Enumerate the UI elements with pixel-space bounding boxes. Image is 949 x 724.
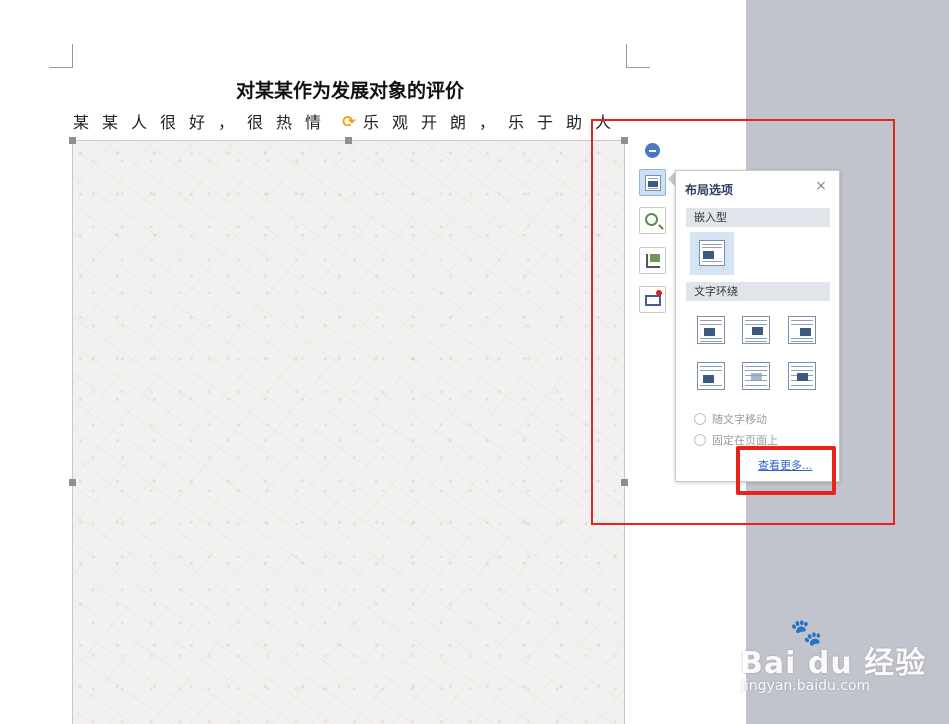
see-more-link[interactable]: 查看更多... <box>758 457 813 473</box>
layout-options-button[interactable] <box>639 169 666 196</box>
body-char: 某 <box>72 113 89 132</box>
body-char: ， <box>478 113 495 132</box>
layout-options-icon <box>645 175 661 191</box>
body-char: 很 <box>159 113 176 132</box>
body-char: ， <box>217 113 234 132</box>
body-char: 人 <box>594 113 611 132</box>
body-char: 很 <box>246 113 263 132</box>
body-char: 乐 <box>362 113 379 132</box>
selected-background-image[interactable] <box>72 140 625 724</box>
section-inline-header: 嵌入型 <box>686 208 830 227</box>
radio-label: 固定在页面上 <box>712 434 778 447</box>
body-char: 朗 <box>449 113 466 132</box>
wrap-option-behind-text[interactable] <box>742 362 770 390</box>
body-char: 助 <box>565 113 582 132</box>
layout-options-panel: 布局选项 × 嵌入型 文字环绕 随文字移动 固定在页面上 查看更多... <box>675 170 840 482</box>
body-char: 某 <box>101 113 118 132</box>
radio-icon <box>694 413 706 425</box>
crop-icon <box>646 254 660 268</box>
radio-icon <box>694 434 706 446</box>
radio-move-with-text[interactable]: 随文字移动 <box>694 411 767 427</box>
zoom-image-button[interactable] <box>639 207 666 234</box>
close-icon[interactable]: × <box>813 178 829 194</box>
body-char: 热 <box>275 113 292 132</box>
body-char: 乐 <box>507 113 524 132</box>
panel-pointer <box>668 172 675 186</box>
body-char: 好 <box>188 113 205 132</box>
body-char: 于 <box>536 113 553 132</box>
radio-label: 随文字移动 <box>712 413 767 426</box>
body-char: 情 <box>304 113 321 132</box>
wrap-option-square[interactable] <box>697 316 725 344</box>
body-char: 观 <box>391 113 408 132</box>
resize-handle-top-left[interactable] <box>69 137 76 144</box>
page-margin-corner-right <box>626 44 650 68</box>
resize-handle-top-center[interactable] <box>345 137 352 144</box>
collapse-icon[interactable] <box>645 143 660 158</box>
radio-fix-on-page[interactable]: 固定在页面上 <box>694 432 778 448</box>
picture-frame-icon <box>645 295 661 306</box>
tight-wrap-icon <box>742 316 770 344</box>
wrap-option-through[interactable] <box>788 316 816 344</box>
crop-image-button[interactable] <box>639 247 666 274</box>
zoom-icon <box>645 213 658 226</box>
behind-text-icon <box>742 362 770 390</box>
page-margin-corner-left <box>49 44 73 68</box>
rotate-handle-icon[interactable]: ⟳ <box>341 114 357 130</box>
wrap-option-in-front-of-text[interactable] <box>788 362 816 390</box>
resize-handle-middle-left[interactable] <box>69 479 76 486</box>
picture-frame-button[interactable] <box>639 286 666 313</box>
wrap-option-inline[interactable] <box>690 232 734 275</box>
square-wrap-icon <box>697 316 725 344</box>
section-wrap-header: 文字环绕 <box>686 282 830 301</box>
document-title[interactable]: 对某某作为发展对象的评价 <box>140 76 560 103</box>
body-char: 人 <box>130 113 147 132</box>
wrap-option-top-bottom[interactable] <box>697 362 725 390</box>
resize-handle-middle-right[interactable] <box>621 479 628 486</box>
notification-dot <box>656 290 662 296</box>
resize-handle-top-right[interactable] <box>621 137 628 144</box>
body-char: 开 <box>420 113 437 132</box>
in-front-of-text-icon <box>788 362 816 390</box>
top-bottom-wrap-icon <box>697 362 725 390</box>
inline-wrap-icon <box>699 240 725 266</box>
panel-title: 布局选项 <box>685 183 734 197</box>
wrap-option-tight[interactable] <box>742 316 770 344</box>
through-wrap-icon <box>788 316 816 344</box>
